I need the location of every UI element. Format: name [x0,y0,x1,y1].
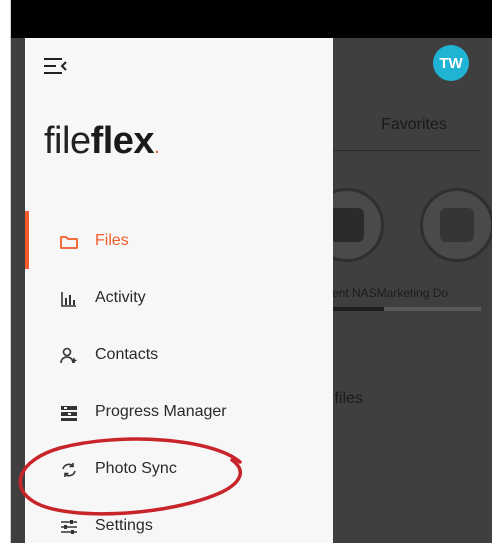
nav-item-label: Progress Manager [95,403,227,420]
logo-dot: . [154,136,160,158]
nav-item-settings[interactable]: Settings [25,503,333,551]
folder-icon [60,236,78,249]
sharepoint-icon [440,208,474,242]
user-avatar[interactable]: TW [433,45,469,81]
nav-item-label: Contacts [95,346,159,363]
nav-item-label: Activity [95,289,146,306]
tab-favorites[interactable]: Favorites [355,116,473,134]
logo-part-file: file [44,120,91,162]
progress-list-icon [61,406,77,421]
logo-part-flex: flex [90,120,155,162]
nav-item-label: Settings [95,517,153,534]
sliders-icon [61,520,77,534]
nav-item-files[interactable]: Files [25,218,333,266]
top-status-bar [11,0,492,38]
nav-item-label: Files [95,232,129,249]
fileflex-logo: fileflex. [44,120,160,163]
nas-storage-icon [330,208,364,242]
nav-item-activity[interactable]: Activity [25,275,333,323]
tab-divider [330,150,481,151]
nav-item-progress-manager[interactable]: Progress Manager [25,389,333,437]
storage-tile-marketing[interactable] [420,188,492,262]
collapse-menu-button[interactable] [44,55,68,77]
nav-item-contacts[interactable]: Contacts [25,332,333,380]
storage-names: ment NASMarketing Do [322,286,449,300]
nav-item-photo-sync[interactable]: Photo Sync [25,446,333,494]
menu-collapse-icon [44,58,67,74]
add-person-icon [60,347,77,364]
sync-icon [62,463,76,477]
window-frame-edge [0,0,11,543]
bar-chart-icon [61,292,76,307]
nav-item-label: Photo Sync [95,460,177,477]
